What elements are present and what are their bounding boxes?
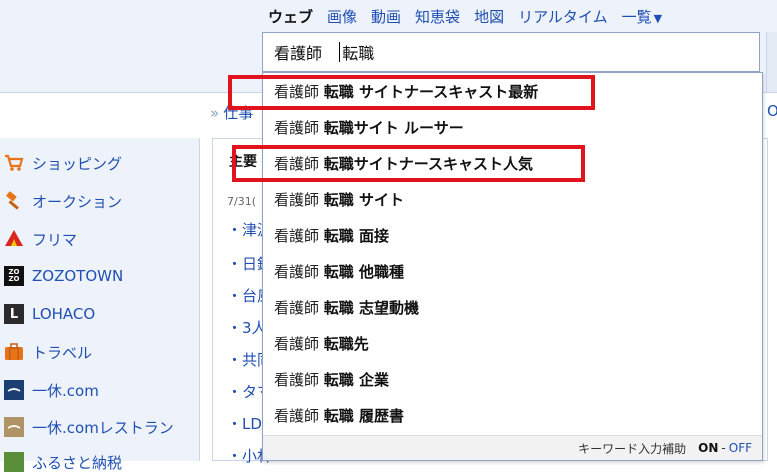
sidebar-item-label: 一休.com [32,381,99,400]
suggestion-completion: 転職 面接 [323,226,390,245]
nav-list-label: 一覧 [621,7,652,26]
sidebar-item-furusato[interactable]: ふるさと納税 [0,449,199,475]
suggestion-item[interactable]: 看護師 転職 面接 [263,217,762,253]
sidebar-item-ikyu-restaurant[interactable]: 一休.comレストラン [0,414,199,440]
suggestion-base: 看護師 [274,370,324,389]
suggestion-item[interactable]: 看護師 転職 履歴書 [263,397,762,433]
suggestion-item[interactable]: 看護師 転職 サイト [263,181,762,217]
news-item[interactable]: ・LDI [227,413,266,434]
keyword-assist-separator: - [721,441,726,455]
suggestion-item[interactable]: 看護師 転職先 [263,325,762,361]
sidebar-item-lohaco[interactable]: L LOHACO [0,301,199,327]
search-suggestion-dropdown: 看護師 転職 サイトナースキャスト最新 看護師 転職サイト ルーサー 看護師 転… [262,72,763,461]
ikyu-restaurant-icon [4,417,24,437]
news-item[interactable]: ・3人 [227,317,267,338]
service-sidebar: ショッピング オークション フリマ ZO ZO ZOZOTOWN L LOHAC… [0,138,200,472]
suggestion-completion: 転職サイト ルーサー [323,118,464,137]
suggestion-base: 看護師 [274,262,324,281]
nav-list[interactable]: 一覧 ▼ [622,6,662,27]
furusato-icon [4,452,24,472]
sidebar-item-label: オークション [32,192,123,211]
keyword-assist-off[interactable]: OFF [729,441,752,455]
search-button-edge[interactable] [766,32,777,92]
nav-chiebukuro[interactable]: 知恵袋 [415,6,460,27]
suitcase-icon [4,342,24,362]
news-date: 7/31( [227,195,256,208]
suggestion-item[interactable]: 看護師 転職 企業 [263,361,762,397]
suggestion-item[interactable]: 看護師 転職サイト ルーサー [263,109,762,145]
double-arrow-icon: » [210,104,220,122]
sidebar-item-label: ふるさと納税 [32,453,123,472]
search-input[interactable]: 看護師 転職 [262,32,760,72]
tent-icon [4,229,24,249]
nav-video[interactable]: 動画 [371,6,401,27]
highlight-box [232,145,585,182]
sidebar-item-label: LOHACO [32,305,96,323]
chevron-down-icon: ▼ [653,11,663,25]
suggestion-completion: 転職 志望動機 [323,298,420,317]
sidebar-item-label: ZOZOTOWN [32,267,124,285]
nav-web[interactable]: ウェブ [268,6,313,27]
highlight-box [228,75,595,110]
nav-realtime[interactable]: リアルタイム [518,6,608,27]
sidebar-item-label: フリマ [32,230,78,249]
keyword-assist-footer: キーワード入力補助 ON - OFF [263,435,762,460]
sidebar-item-shopping[interactable]: ショッピング [0,150,199,176]
sidebar-item-travel[interactable]: トラベル [0,339,199,365]
sidebar-item-zozotown[interactable]: ZO ZO ZOZOTOWN [0,263,199,289]
nav-map[interactable]: 地図 [474,6,504,27]
suggestion-base: 看護師 [274,118,324,137]
suggestion-item[interactable]: 看護師 転職 志望動機 [263,289,762,325]
sidebar-item-label: 一休.comレストラン [32,418,174,437]
search-category-nav: ウェブ 画像 動画 知恵袋 地図 リアルタイム 一覧 ▼ [268,6,676,26]
sidebar-item-label: トラベル [32,343,93,362]
suggestion-base: 看護師 [274,190,324,209]
search-query-part1: 看護師 [274,44,323,63]
suggestion-completion: 転職 他職種 [323,262,405,281]
suggestion-completion: 転職先 [323,334,369,353]
zozo-icon: ZO ZO [4,266,24,286]
ikyu-icon [4,380,24,400]
nav-images[interactable]: 画像 [327,6,357,27]
lohaco-icon: L [4,304,24,324]
keyword-assist-label: キーワード入力補助 [578,441,687,456]
suggestion-base: 看護師 [274,406,324,425]
suggestion-base: 看護師 [274,298,324,317]
sidebar-item-auction[interactable]: オークション [0,188,199,214]
cart-icon [4,153,24,173]
breadcrumb-right[interactable]: Or [767,102,777,120]
search-query-part2: 転職 [342,44,375,63]
suggestion-base: 看護師 [274,226,324,245]
suggestion-completion: 転職 履歴書 [323,406,405,425]
text-cursor [339,42,341,62]
suggestion-completion: 転職 企業 [323,370,390,389]
sidebar-item-flea-market[interactable]: フリマ [0,226,199,252]
gavel-icon [4,191,24,211]
sidebar-item-label: ショッピング [32,154,123,173]
suggestion-item[interactable]: 看護師 転職 他職種 [263,253,762,289]
suggestion-base: 看護師 [274,334,324,353]
keyword-assist-on[interactable]: ON [698,441,718,455]
sidebar-item-ikyu[interactable]: 一休.com [0,377,199,403]
suggestion-completion: 転職 サイト [323,190,405,209]
